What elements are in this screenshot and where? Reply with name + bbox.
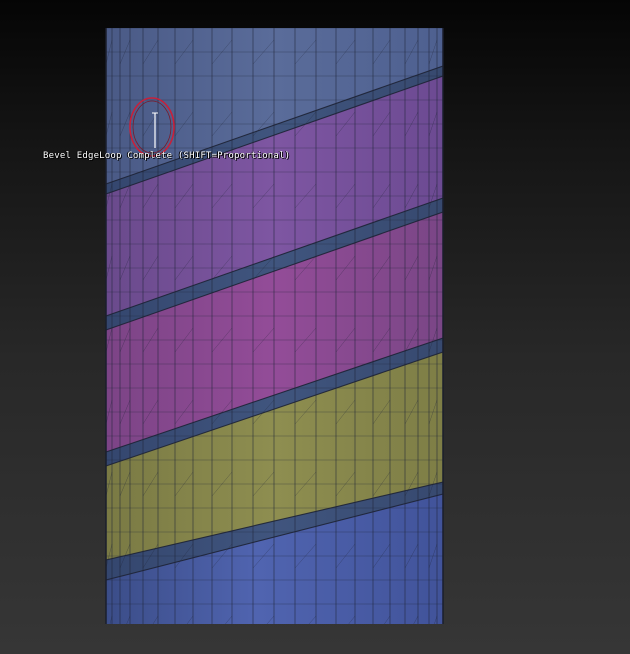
- tool-tooltip: Bevel EdgeLoop Complete (SHIFT=Proportio…: [43, 151, 291, 161]
- mesh-canvas[interactable]: [0, 0, 630, 654]
- cylinder-mesh[interactable]: [106, 28, 443, 640]
- 3d-viewport[interactable]: Bevel EdgeLoop Complete (SHIFT=Proportio…: [0, 0, 630, 654]
